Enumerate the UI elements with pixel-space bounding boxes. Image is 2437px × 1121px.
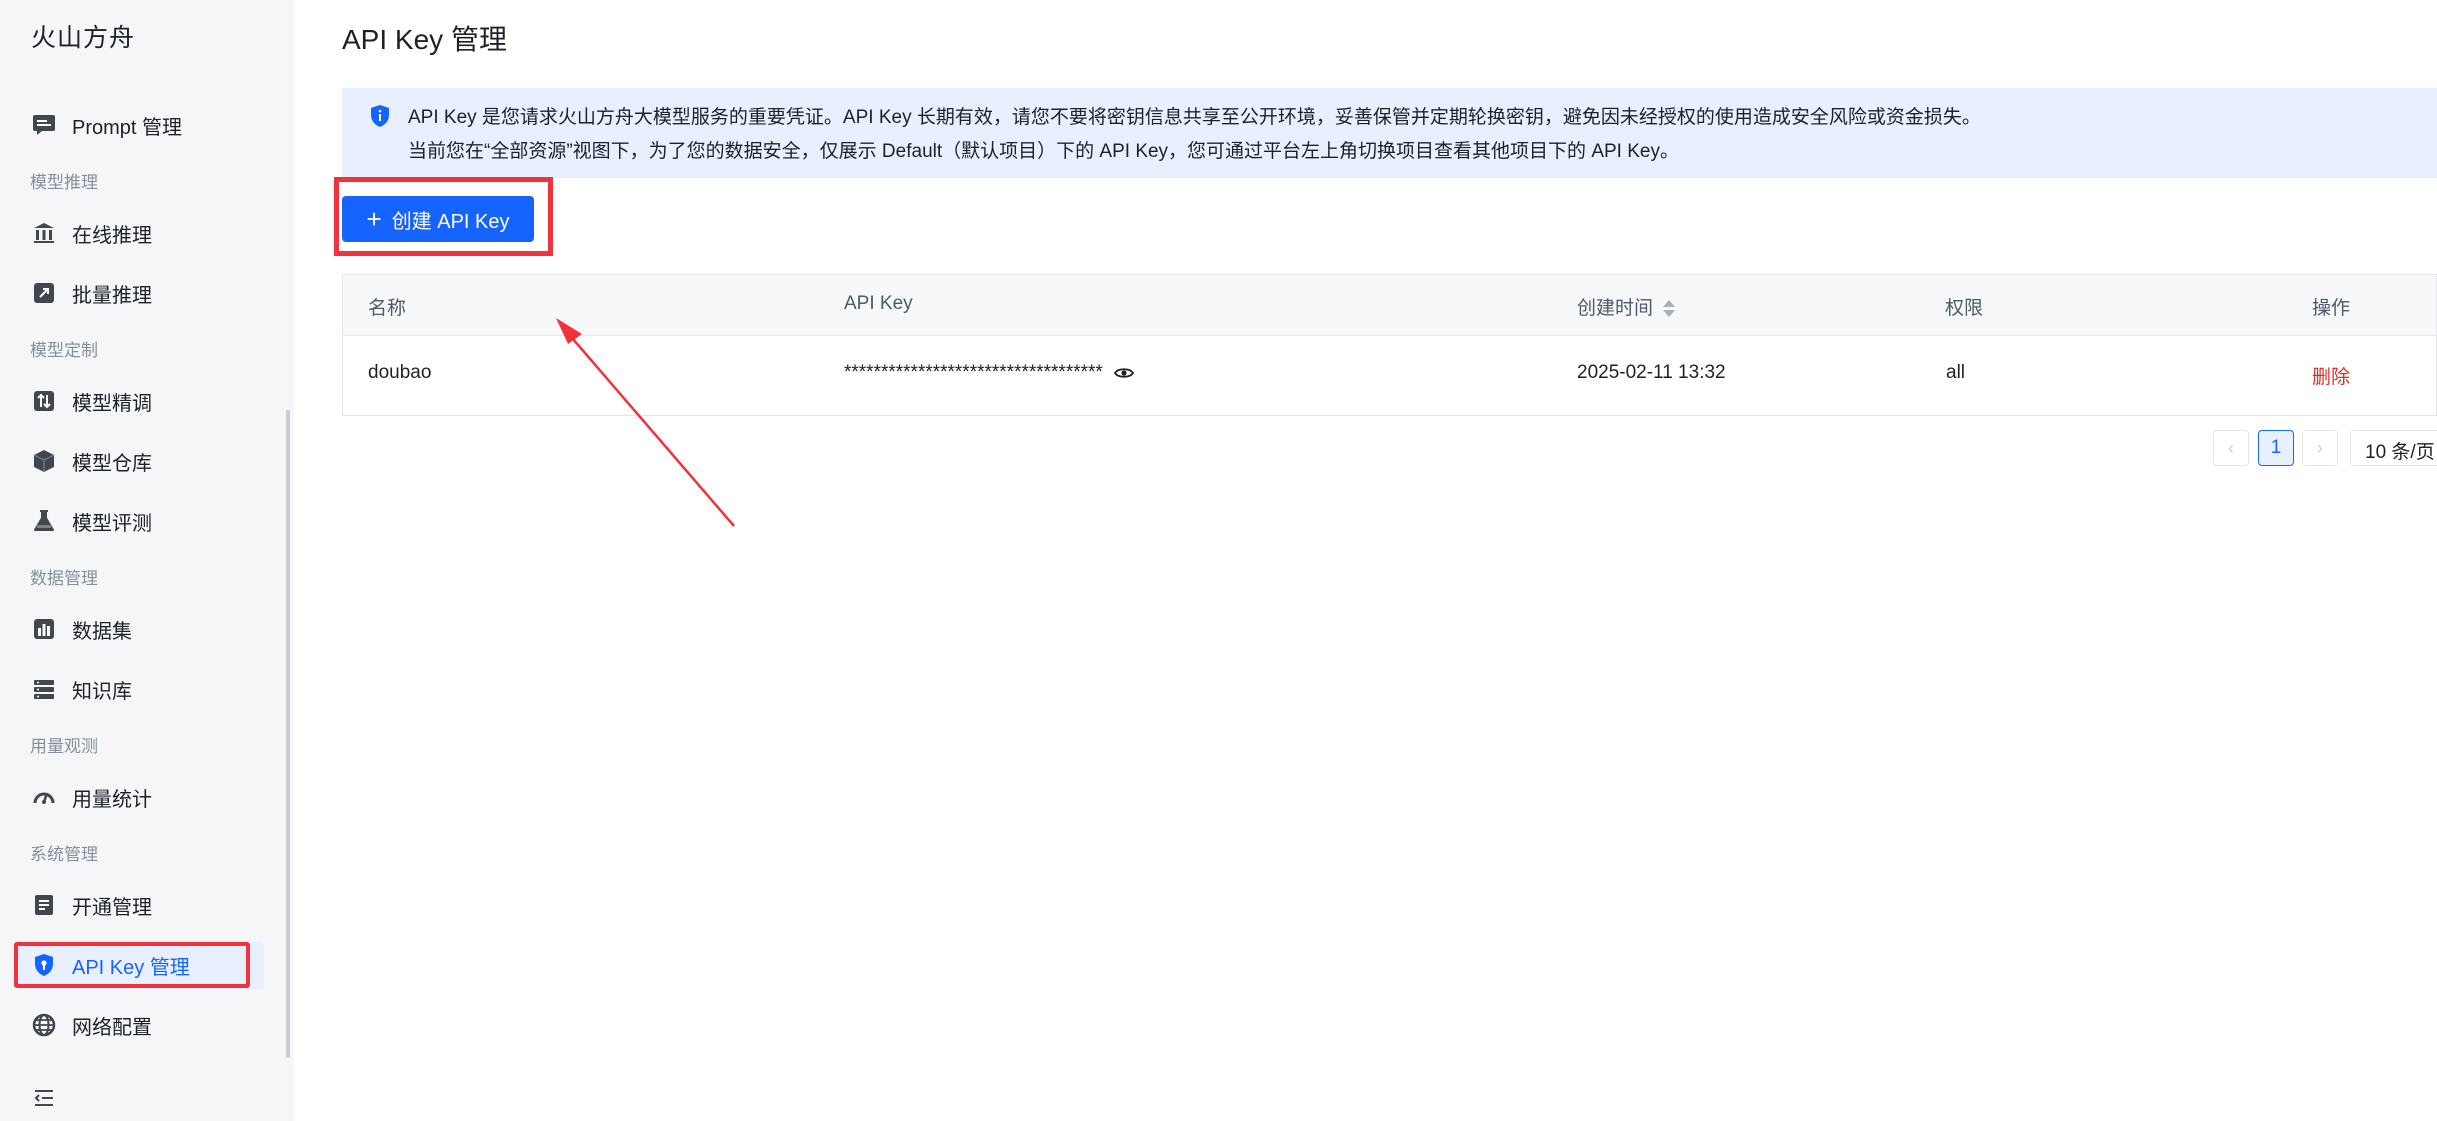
masked-api-key: *********************************** — [844, 362, 1103, 383]
cell-permission: all — [1946, 362, 1966, 383]
database-icon — [30, 675, 58, 703]
document-icon — [30, 891, 58, 919]
sidebar-item-prompt[interactable]: Prompt 管理 — [16, 101, 264, 149]
cell-created: 2025-02-11 13:32 — [1577, 362, 1726, 383]
chevron-left-icon: ‹ — [2228, 437, 2234, 458]
rocket-icon — [30, 279, 58, 307]
info-notice: API Key 是您请求火山方舟大模型服务的重要凭证。API Key 长期有效，… — [342, 88, 2437, 178]
dataset-icon — [30, 615, 58, 643]
group-label-inference: 模型推理 — [30, 173, 98, 192]
column-header-created-label: 创建时间 — [1577, 298, 1654, 319]
highlight-box-sidebar — [14, 942, 250, 988]
sidebar-item-label: 批量推理 — [72, 284, 152, 307]
info-shield-icon — [371, 105, 389, 127]
bank-icon — [30, 219, 58, 247]
sidebar-item-finetune[interactable]: 模型精调 — [16, 377, 264, 425]
group-label-usage: 用量观测 — [30, 737, 98, 756]
sidebar-item-label: Prompt 管理 — [72, 116, 183, 139]
sidebar-item-model-repo[interactable]: 模型仓库 — [16, 437, 264, 485]
notice-line-2: 当前您在“全部资源”视图下，为了您的数据安全，仅展示 Default（默认项目）… — [408, 141, 1679, 162]
page-number-current[interactable]: 1 — [2258, 430, 2294, 466]
page-title: API Key 管理 — [342, 24, 507, 55]
prev-page-button[interactable]: ‹ — [2213, 430, 2249, 466]
sidebar-item-label: 模型仓库 — [72, 452, 152, 475]
column-header-created[interactable]: 创建时间 — [1577, 293, 1676, 320]
sidebar-item-label: 数据集 — [72, 620, 132, 643]
column-header-api-key: API Key — [844, 293, 913, 314]
column-header-action: 操作 — [2312, 298, 2351, 319]
sidebar-item-online-inference[interactable]: 在线推理 — [16, 209, 264, 257]
eye-icon[interactable] — [1114, 366, 1135, 380]
sort-icon[interactable] — [1663, 298, 1676, 320]
sidebar-item-network[interactable]: 网络配置 — [16, 1001, 264, 1049]
cell-name: doubao — [368, 362, 432, 383]
sidebar-item-batch-inference[interactable]: 批量推理 — [16, 269, 264, 317]
group-label-system: 系统管理 — [30, 845, 98, 864]
collapse-menu-icon[interactable] — [32, 1086, 56, 1110]
sidebar-item-dataset[interactable]: 数据集 — [16, 605, 264, 653]
red-arrow-annotation — [556, 318, 735, 527]
flask-icon — [30, 507, 58, 535]
sidebar-item-knowledge-base[interactable]: 知识库 — [16, 665, 264, 713]
sidebar-item-label: 开通管理 — [72, 896, 152, 919]
sidebar-item-label: 用量统计 — [72, 788, 152, 811]
sidebar-item-label: 模型精调 — [72, 392, 152, 415]
sidebar-item-label: 网络配置 — [72, 1016, 152, 1039]
column-header-permission: 权限 — [1945, 298, 1984, 319]
page-size-select[interactable]: 10 条/页 — [2350, 430, 2437, 466]
chevron-right-icon: › — [2317, 437, 2323, 458]
notice-line-1: API Key 是您请求火山方舟大模型服务的重要凭证。API Key 长期有效，… — [408, 107, 1981, 128]
group-label-customize: 模型定制 — [30, 341, 98, 360]
globe-icon — [30, 1011, 58, 1039]
cube-icon — [30, 447, 58, 475]
brand-title: 火山方舟 — [31, 24, 136, 52]
sidebar-item-label: 知识库 — [72, 680, 132, 703]
gauge-icon — [30, 783, 58, 811]
group-label-data: 数据管理 — [30, 569, 98, 588]
prompt-icon — [30, 111, 58, 139]
delete-link[interactable]: 删除 — [2312, 362, 2350, 389]
sidebar-scrollbar[interactable] — [286, 410, 290, 1058]
cell-api-key: *********************************** — [844, 362, 1135, 384]
highlight-box-create-button — [334, 177, 553, 256]
sidebar-item-usage-stats[interactable]: 用量统计 — [16, 773, 264, 821]
column-header-name: 名称 — [368, 298, 407, 319]
sidebar-item-model-eval[interactable]: 模型评测 — [16, 497, 264, 545]
sidebar-item-label: 模型评测 — [72, 512, 152, 535]
sidebar-item-activation[interactable]: 开通管理 — [16, 881, 264, 929]
sidebar-item-label: 在线推理 — [72, 224, 152, 247]
next-page-button[interactable]: › — [2302, 430, 2338, 466]
tune-icon — [30, 387, 58, 415]
